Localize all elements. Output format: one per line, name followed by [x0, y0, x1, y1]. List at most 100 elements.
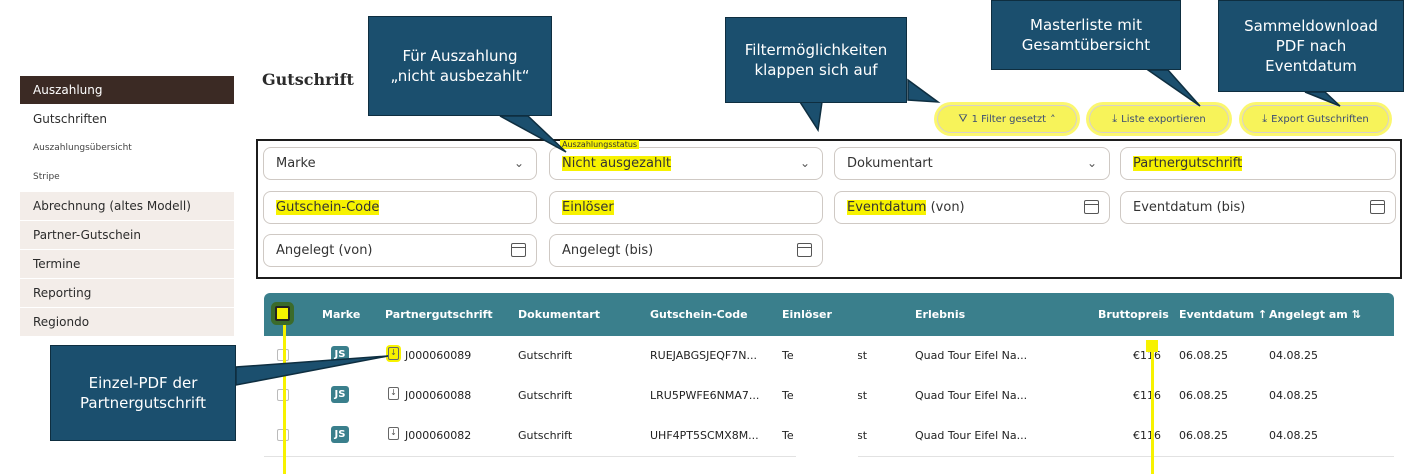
angelegt-bis-placeholder: Angelegt (bis) — [562, 243, 654, 258]
erlebnis-cell: Quad Tour Eifel Na... — [915, 429, 1028, 442]
einloeser-placeholder: Einlöser — [562, 200, 614, 215]
eventdatum-von-suffix: (von) — [926, 200, 965, 215]
gutschein-code-input[interactable]: Gutschein-Code — [263, 191, 537, 224]
angelegt-von-input[interactable]: Angelegt (von) — [263, 234, 537, 267]
filter-button[interactable]: ⛛ 1 Filter gesetzt ˄ — [937, 105, 1077, 133]
sidebar-item-termine[interactable]: Termine — [20, 250, 234, 278]
chevron-down-icon: ⌄ — [799, 156, 810, 170]
chevron-up-icon: ˄ — [1050, 112, 1056, 126]
export-list-button[interactable]: ⤓ Liste exportieren — [1089, 105, 1229, 133]
calendar-icon[interactable] — [797, 243, 812, 257]
sidebar-item-auszahlungsuebersicht[interactable]: Auszahlungsübersicht — [20, 134, 234, 162]
bruttopreis-cell: €116 — [1133, 389, 1161, 402]
filter-icon: ⛛ — [958, 112, 968, 125]
export-credits-button[interactable]: ⤓ Export Gutschriften — [1242, 105, 1389, 133]
erlebnis-cell: Quad Tour Eifel Na... — [915, 389, 1028, 402]
column-gutschein-code[interactable]: Gutschein-Code — [650, 308, 748, 321]
gutschein-code-placeholder: Gutschein-Code — [276, 200, 380, 215]
column-erlebnis[interactable]: Erlebnis — [915, 308, 965, 321]
callout-masterliste: Masterliste mit Gesamtübersicht — [991, 0, 1181, 70]
eventdatum-bis-input[interactable]: Eventdatum (bis) — [1120, 191, 1396, 224]
highlight-line-checkbox — [283, 325, 286, 474]
dokumentart-cell: Gutschrift — [518, 429, 573, 442]
eventdatum-von-highlight: Eventdatum — [847, 200, 927, 215]
calendar-icon[interactable] — [1370, 200, 1385, 214]
angelegt-cell: 04.08.25 — [1269, 389, 1318, 402]
auszahlungsstatus-select[interactable]: Auszahlungsstatus Nicht ausgezahlt ⌄ — [549, 140, 823, 180]
chevron-down-icon: ⌄ — [1086, 156, 1097, 170]
gutschein-code-cell: UHF4PT5SCMX8M... — [650, 429, 759, 442]
download-icon: ⤓ — [1112, 112, 1118, 125]
download-icon: ⤓ — [1262, 112, 1268, 125]
auszahlungsstatus-label: Auszahlungsstatus — [560, 140, 640, 149]
pdf-download-icon[interactable]: ↓ — [388, 387, 399, 400]
bruttopreis-cell: €116 — [1133, 429, 1161, 442]
column-marke[interactable]: Marke — [322, 308, 360, 321]
redaction-box — [796, 336, 858, 460]
eventdatum-bis-placeholder: Eventdatum (bis) — [1133, 200, 1246, 215]
dokumentart-cell: Gutschrift — [518, 389, 573, 402]
angelegt-bis-input[interactable]: Angelegt (bis) — [549, 234, 823, 267]
auszahlungsstatus-value: Nicht ausgezahlt — [562, 156, 671, 171]
partnergutschrift-cell: J000060089 — [405, 349, 472, 362]
einloeser-cell-suffix: st — [857, 389, 868, 402]
eventdatum-cell: 06.08.25 — [1179, 389, 1228, 402]
filter-panel: Marke ⌄ Auszahlungsstatus Nicht ausgezah… — [256, 139, 1402, 279]
column-partnergutschrift[interactable]: Partnergutschrift — [385, 308, 493, 321]
callout-sammeldownload: Sammeldownload PDF nach Eventdatum — [1218, 0, 1404, 92]
column-angelegt-am[interactable]: Angelegt am ⇅ — [1269, 308, 1361, 321]
column-eventdatum[interactable]: Eventdatum ↑ — [1179, 308, 1267, 321]
einloeser-cell: Te — [782, 389, 794, 402]
sidebar-item-reporting[interactable]: Reporting — [20, 279, 234, 307]
sidebar-item-gutschriften[interactable]: Gutschriften — [20, 105, 234, 133]
sidebar: Auszahlung Gutschriften Auszahlungsübers… — [20, 76, 234, 337]
partnergutschrift-input[interactable]: Partnergutschrift — [1120, 147, 1396, 180]
filter-button-label: 1 Filter gesetzt — [971, 113, 1047, 125]
sidebar-item-stripe[interactable]: Stripe — [20, 163, 234, 191]
partnergutschrift-placeholder: Partnergutschrift — [1133, 156, 1243, 171]
column-bruttopreis[interactable]: Bruttopreis — [1098, 308, 1169, 321]
eventdatum-von-placeholder: Eventdatum (von) — [847, 200, 965, 215]
calendar-icon[interactable] — [511, 243, 526, 257]
einloeser-cell: Te — [782, 349, 794, 362]
erlebnis-cell: Quad Tour Eifel Na... — [915, 349, 1028, 362]
brand-logo: JS — [331, 346, 349, 363]
sidebar-item-partner-gutschein[interactable]: Partner-Gutschein — [20, 221, 234, 249]
dokumentart-select[interactable]: Dokumentart ⌄ — [834, 147, 1110, 180]
column-dokumentart[interactable]: Dokumentart — [518, 308, 600, 321]
angelegt-cell: 04.08.25 — [1269, 349, 1318, 362]
calendar-icon[interactable] — [1084, 200, 1099, 214]
table-header: Marke Partnergutschrift Dokumentart Guts… — [264, 293, 1394, 336]
callout-auszahlung: Für Auszahlung „nicht ausbezahlt“ — [368, 16, 552, 116]
export-list-label: Liste exportieren — [1121, 113, 1206, 125]
chevron-down-icon: ⌄ — [513, 156, 524, 170]
eventdatum-von-input[interactable]: Eventdatum (von) — [834, 191, 1110, 224]
einloeser-input[interactable]: Einlöser — [549, 191, 823, 224]
einloeser-cell-suffix: st — [857, 349, 868, 362]
select-all-checkbox[interactable] — [275, 306, 290, 321]
angelegt-von-placeholder: Angelegt (von) — [276, 243, 373, 258]
page-title: Gutschrift — [262, 70, 354, 89]
sidebar-item-auszahlung[interactable]: Auszahlung — [20, 76, 234, 104]
eventdatum-cell: 06.08.25 — [1179, 349, 1228, 362]
dokumentart-cell: Gutschrift — [518, 349, 573, 362]
dokumentart-label: Dokumentart — [847, 156, 933, 171]
einloeser-cell: Te — [782, 429, 794, 442]
sidebar-item-abrechnung[interactable]: Abrechnung (altes Modell) — [20, 192, 234, 220]
highlight-line-price — [1151, 350, 1154, 474]
gutschein-code-cell: LRU5PWFE6NMA7... — [650, 389, 760, 402]
column-einloeser[interactable]: Einlöser — [782, 308, 832, 321]
angelegt-cell: 04.08.25 — [1269, 429, 1318, 442]
marke-select[interactable]: Marke ⌄ — [263, 147, 537, 180]
pdf-download-icon[interactable]: ↓ — [388, 347, 399, 360]
export-credits-label: Export Gutschriften — [1271, 113, 1369, 125]
callout-einzel-pdf: Einzel-PDF der Partnergutschrift — [50, 345, 236, 441]
partnergutschrift-cell: J000060088 — [405, 389, 472, 402]
callout-filter: Filtermöglichkeiten klappen sich auf — [725, 17, 907, 103]
gutschein-code-cell: RUEJABGSJEQF7N... — [650, 349, 757, 362]
pdf-download-icon[interactable]: ↓ — [388, 427, 399, 440]
brand-logo: JS — [331, 426, 349, 443]
sidebar-item-regiondo[interactable]: Regiondo — [20, 308, 234, 336]
brand-logo: JS — [331, 386, 349, 403]
einloeser-cell-suffix: st — [857, 429, 868, 442]
